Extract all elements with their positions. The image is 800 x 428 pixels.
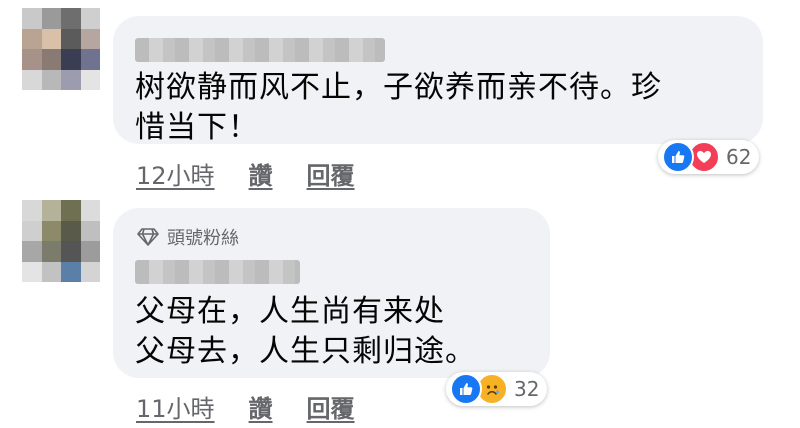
avatar[interactable] <box>22 8 100 90</box>
reaction-count: 32 <box>514 377 540 401</box>
diamond-icon <box>137 228 159 246</box>
timestamp-link[interactable]: 12小時 <box>136 156 215 191</box>
top-fan-badge: 頭號粉絲 <box>137 224 239 250</box>
comment-text-line: 树欲静而风不止，子欲养而亲不待。珍 <box>135 70 662 105</box>
reply-button[interactable]: 回覆 <box>307 156 355 191</box>
reaction-count: 62 <box>726 145 752 169</box>
top-fan-label: 頭號粉絲 <box>167 228 239 249</box>
reaction-summary[interactable]: 62 <box>658 140 760 174</box>
comment-text-line: 惜当下！ <box>135 110 259 145</box>
comment-bubble: 頭號粉絲 父母在，人生尚有来处 父母去，人生只剩归途。 <box>113 208 550 378</box>
comment-text-line: 父母去，人生只剩归途。 <box>135 334 476 369</box>
like-icon <box>450 373 482 405</box>
reply-button[interactable]: 回覆 <box>307 389 355 424</box>
author-name-blurred[interactable] <box>135 260 300 284</box>
author-name-blurred[interactable] <box>135 38 385 62</box>
avatar[interactable] <box>22 200 100 282</box>
timestamp-link[interactable]: 11小時 <box>136 389 215 424</box>
reaction-summary[interactable]: 32 <box>446 372 548 406</box>
like-button[interactable]: 讚 <box>249 389 273 424</box>
comment-text-line: 父母在，人生尚有来处 <box>135 294 445 329</box>
comment-bubble: 树欲静而风不止，子欲养而亲不待。珍 惜当下！ <box>113 16 763 145</box>
comment-actions: 11小時 讚 回覆 <box>136 389 355 424</box>
like-button[interactable]: 讚 <box>249 156 273 191</box>
comment-actions: 12小時 讚 回覆 <box>136 156 355 191</box>
like-icon <box>662 141 694 173</box>
